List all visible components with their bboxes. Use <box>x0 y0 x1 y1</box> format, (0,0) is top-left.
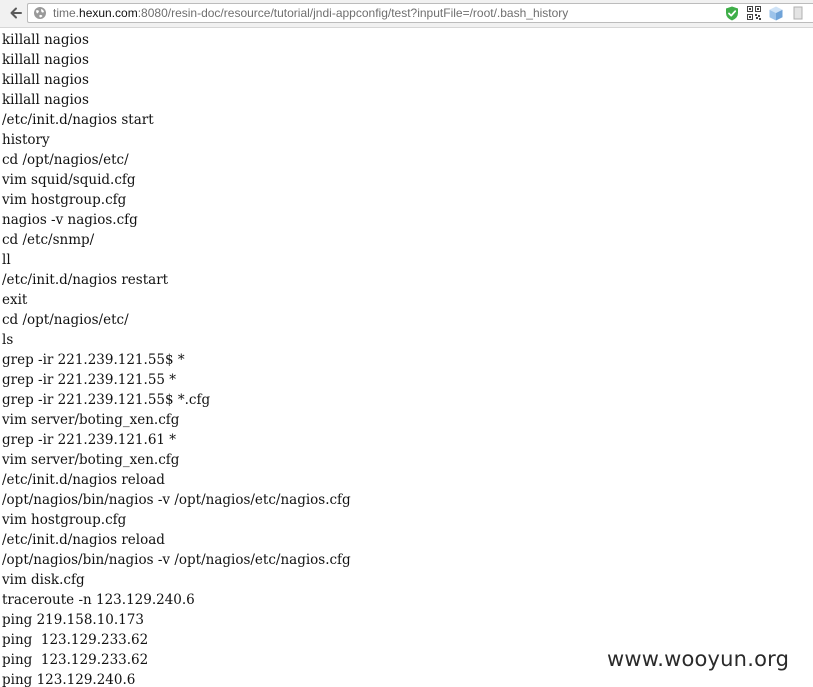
history-line: traceroute -n 123.129.240.6 <box>2 592 195 608</box>
shield-check-icon[interactable] <box>724 6 739 21</box>
history-line: /etc/init.d/nagios restart <box>2 272 169 288</box>
history-line: ping 123.129.233.62 <box>2 632 149 648</box>
history-line: ping 123.129.233.62 <box>2 652 149 668</box>
history-line: killall nagios <box>2 92 89 108</box>
qr-code-icon[interactable] <box>746 6 761 21</box>
history-line: killall nagios <box>2 32 89 48</box>
history-line: vim squid/squid.cfg <box>2 172 136 188</box>
history-line: vim server/boting_xen.cfg <box>2 412 180 428</box>
history-line: ll <box>2 252 11 268</box>
history-line: /opt/nagios/bin/nagios -v /opt/nagios/et… <box>2 552 351 568</box>
url-path: :8080/resin-doc/resource/tutorial/jndi-a… <box>137 6 569 20</box>
watermark: www.wooyun.org <box>607 647 790 671</box>
history-line: cd /opt/nagios/etc/ <box>2 312 129 328</box>
extension-icon[interactable] <box>790 6 805 21</box>
url-text[interactable]: time.hexun.com:8080/resin-doc/resource/t… <box>53 6 568 21</box>
history-line: /opt/nagios/bin/nagios -v /opt/nagios/et… <box>2 492 351 508</box>
back-button[interactable] <box>7 4 25 22</box>
bash-history-content: killall nagios killall nagios killall nagi… <box>2 30 351 687</box>
history-line: ls <box>2 332 14 348</box>
history-line: cd /etc/snmp/ <box>2 232 95 248</box>
history-line: grep -ir 221.239.121.55$ *.cfg <box>2 392 211 408</box>
history-line: vim hostgroup.cfg <box>2 192 127 208</box>
history-line: nagios -v nagios.cfg <box>2 212 138 228</box>
history-line: ping 219.158.10.173 <box>2 612 144 628</box>
history-line: grep -ir 221.239.121.61 * <box>2 432 177 448</box>
history-line: /etc/init.d/nagios reload <box>2 532 165 548</box>
url-host: hexun.com <box>79 6 138 20</box>
address-bar[interactable]: time.hexun.com:8080/resin-doc/resource/t… <box>27 3 813 23</box>
history-line: vim hostgroup.cfg <box>2 512 127 528</box>
history-line: killall nagios <box>2 52 89 68</box>
history-line: /etc/init.d/nagios reload <box>2 472 165 488</box>
history-line: ping 123.129.240.6 <box>2 672 136 687</box>
history-line: history <box>2 132 50 148</box>
history-line: grep -ir 221.239.121.55 * <box>2 372 177 388</box>
history-line: vim disk.cfg <box>2 572 85 588</box>
history-line: cd /opt/nagios/etc/ <box>2 152 129 168</box>
extension-icons <box>724 5 805 21</box>
browser-toolbar: time.hexun.com:8080/resin-doc/resource/t… <box>0 0 813 28</box>
history-line: vim server/boting_xen.cfg <box>2 452 180 468</box>
history-line: killall nagios <box>2 72 89 88</box>
cube-icon[interactable] <box>768 6 783 21</box>
url-prefix: time. <box>53 6 80 20</box>
globe-icon <box>34 7 46 19</box>
history-line: exit <box>2 292 28 308</box>
history-line: /etc/init.d/nagios start <box>2 112 154 128</box>
history-line: grep -ir 221.239.121.55$ * <box>2 352 185 368</box>
back-arrow-icon <box>10 7 22 19</box>
